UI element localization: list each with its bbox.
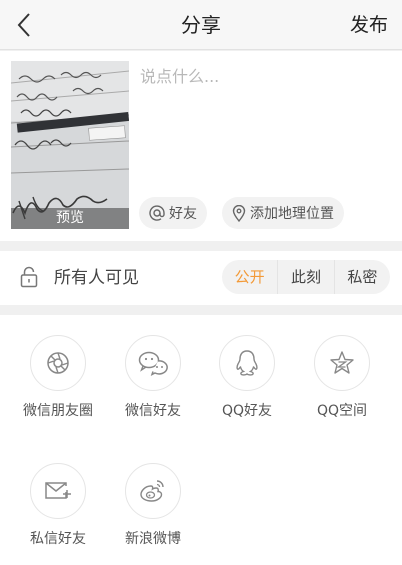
share-sina-weibo[interactable]: 新浪微博 xyxy=(106,463,200,563)
location-label: 添加地理位置 xyxy=(250,206,334,222)
share-label: 微信朋友圈 xyxy=(23,403,93,419)
visibility-option-public[interactable]: 公开 xyxy=(222,260,279,294)
share-targets-panel: 微信朋友圈 微信好友 QQ好友 QQ空间 私信好友 新浪微博 xyxy=(0,315,402,565)
location-pin-icon xyxy=(232,204,246,222)
lock-icon xyxy=(20,266,38,288)
photo-image xyxy=(11,61,129,229)
at-icon xyxy=(149,205,165,221)
wechat-moments-icon xyxy=(47,352,69,374)
page-title: 分享 xyxy=(181,13,221,37)
share-wechat-moments[interactable]: 微信朋友圈 xyxy=(11,335,105,435)
weibo-icon xyxy=(140,480,164,502)
top-nav-bar: 分享 发布 xyxy=(0,0,402,50)
visibility-option-private[interactable]: 私密 xyxy=(335,260,390,294)
share-label: QQ空间 xyxy=(316,403,368,419)
visibility-label: 所有人可见 xyxy=(54,268,139,288)
image-thumbnail[interactable]: 预览 xyxy=(11,61,129,229)
mail-plus-icon xyxy=(45,482,71,499)
share-qzone[interactable]: QQ空间 xyxy=(295,335,389,435)
compose-area: 预览 好友 添加地理位置 xyxy=(0,51,402,241)
post-text-input[interactable] xyxy=(140,63,390,183)
share-qq-friend[interactable]: QQ好友 xyxy=(200,335,294,435)
qq-icon xyxy=(236,350,258,376)
wechat-icon xyxy=(138,351,168,376)
visibility-segmented-control: 公开 此刻 私密 xyxy=(222,260,390,294)
back-button[interactable] xyxy=(6,6,42,44)
share-label: QQ好友 xyxy=(221,403,273,419)
share-label: 新浪微博 xyxy=(125,531,181,547)
mention-friend-button[interactable]: 好友 xyxy=(139,197,207,229)
add-location-button[interactable]: 添加地理位置 xyxy=(222,197,344,229)
visibility-option-moment[interactable]: 此刻 xyxy=(278,260,335,294)
chevron-left-icon xyxy=(17,13,30,37)
mention-label: 好友 xyxy=(169,206,197,222)
preview-label[interactable]: 预览 xyxy=(11,208,129,229)
visibility-row: 所有人可见 公开 此刻 私密 xyxy=(0,251,402,305)
share-label: 私信好友 xyxy=(30,531,86,547)
share-wechat-friend[interactable]: 微信好友 xyxy=(106,335,200,435)
share-label: 微信好友 xyxy=(125,403,181,419)
qzone-icon xyxy=(330,351,354,374)
publish-button[interactable]: 发布 xyxy=(350,0,388,50)
share-private-message[interactable]: 私信好友 xyxy=(11,463,105,563)
